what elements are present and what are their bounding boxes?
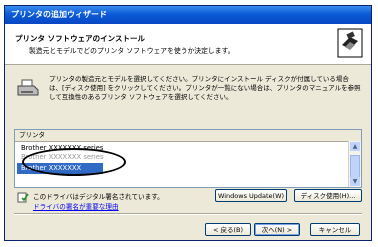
instructions-text: プリンタの製造元とモデルを選択してください。プリンタにインストール ディスクが付… [49, 75, 361, 101]
wizard-header: プリンタ ソフトウェアのインストール 製造元とモデルでどのプリンタ ソフトウェア… [5, 24, 371, 65]
list-item-selected[interactable]: Brother XXXXXXX series [17, 163, 103, 183]
cancel-button[interactable]: キャンセル [310, 223, 360, 236]
next-button[interactable]: 次へ(N) > [254, 223, 300, 236]
signature-text: このドライバはデジタル署名されています。 [33, 193, 164, 201]
printer-listbox[interactable]: プリンタ Brother XXXXXXX series Brother XXXX… [14, 129, 362, 188]
wizard-body: プリンタの製造元とモデルを選択してください。プリンタにインストール ディスクが付… [5, 65, 371, 240]
window-title: プリンタの追加ウィザード [5, 6, 371, 24]
back-button[interactable]: < 戻る(B) [205, 223, 251, 236]
windows-update-button[interactable]: Windows Update(W) [215, 189, 287, 202]
scroll-thumb[interactable] [350, 155, 360, 179]
add-printer-wizard-window: プリンタの追加ウィザード プリンタ ソフトウェアのインストール 製造元とモデルで… [4, 5, 372, 241]
signed-driver-icon [17, 192, 29, 203]
have-disk-button[interactable]: ディスク使用(H)... [294, 189, 362, 202]
list-item[interactable]: Brother XXXXXXX series [17, 154, 337, 161]
scroll-up-icon[interactable]: ▲ [350, 142, 360, 151]
signature-link[interactable]: ドライバの署名が重要な理由 [33, 201, 119, 211]
divider [14, 213, 362, 215]
printer-list-header: プリンタ [15, 130, 361, 142]
header-title: プリンタ ソフトウェアのインストール [15, 34, 145, 43]
vertical-scrollbar[interactable]: ▲ ▼ [348, 141, 361, 187]
printer-wizard-icon [337, 28, 363, 58]
header-subtitle: 製造元とモデルでどのプリンタ ソフトウェアを使うか決定します。 [29, 47, 235, 55]
list-item[interactable]: Brother XXXXXXX series [17, 143, 337, 154]
scroll-down-icon[interactable]: ▼ [350, 177, 360, 186]
printer-icon [17, 79, 39, 96]
